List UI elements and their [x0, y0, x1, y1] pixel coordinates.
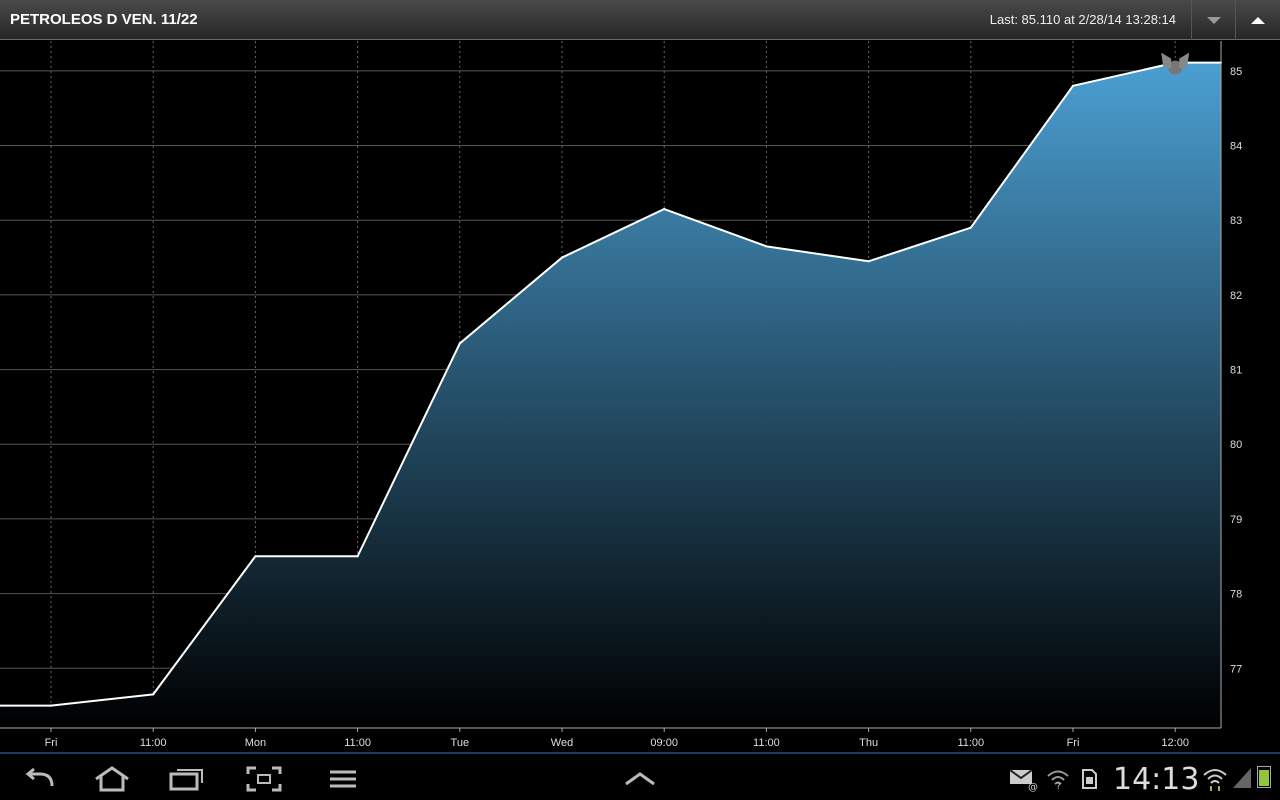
chevron-up-icon	[1250, 16, 1265, 24]
y-tick-label: 77	[1230, 663, 1242, 675]
price-chart[interactable]: 77 78 79 80 81 82 83 84 85 Fri 11:00 Mon 11:00 Tue Wed…	[0, 41, 1280, 752]
x-tick-label: Wed	[551, 737, 573, 749]
home-icon	[95, 766, 129, 792]
dropdown-button[interactable]	[1191, 0, 1235, 40]
price-point	[867, 260, 870, 263]
price-point	[765, 245, 768, 248]
y-tick-label: 84	[1230, 141, 1242, 153]
recent-apps-icon	[169, 769, 203, 791]
title-bar: PETROLEOS D VEN. 11/22 Last: 85.110 at 2…	[0, 0, 1280, 40]
price-point	[50, 704, 52, 707]
price-point	[458, 342, 461, 345]
expand-button[interactable]	[610, 762, 670, 796]
x-tick-label: 11:00	[140, 737, 167, 749]
price-point	[663, 208, 666, 211]
x-tick-label: Fri	[1067, 737, 1080, 749]
y-tick-label: 78	[1230, 589, 1242, 601]
sd-card-icon	[1082, 769, 1097, 789]
x-tick-label: 11:00	[957, 737, 984, 749]
screenshot-button[interactable]	[234, 762, 294, 796]
price-point	[561, 256, 563, 259]
status-clock: 14:13	[1113, 762, 1200, 797]
back-icon	[25, 767, 54, 787]
x-tick-label: 12:00	[1161, 737, 1189, 749]
y-tick-label: 81	[1230, 365, 1242, 377]
x-tick-label: Mon	[245, 737, 266, 749]
screenshot-icon	[246, 766, 282, 792]
x-tick-label: Tue	[451, 737, 470, 749]
wifi-icon	[1203, 769, 1227, 791]
menu-icon	[330, 770, 356, 788]
x-tick-label: 11:00	[753, 737, 780, 749]
y-tick-label: 85	[1230, 66, 1242, 78]
price-point	[356, 555, 359, 558]
collapse-button[interactable]	[1235, 0, 1279, 40]
x-tick-label: Fri	[45, 737, 58, 749]
last-quote-label: Last: 85.110 at 2/28/14 13:28:14	[989, 12, 1176, 27]
price-point	[1072, 84, 1074, 87]
chevron-up-icon	[625, 772, 655, 786]
y-tick-label: 80	[1230, 439, 1242, 451]
signal-icon	[1233, 768, 1251, 788]
x-tick-label: 11:00	[344, 737, 371, 749]
battery-icon	[1257, 766, 1271, 788]
y-tick-label: 83	[1230, 215, 1242, 227]
x-tick-label: Thu	[859, 737, 878, 749]
home-button[interactable]	[82, 762, 142, 796]
instrument-title: PETROLEOS D VEN. 11/22	[10, 11, 198, 28]
svg-text:?: ?	[1056, 782, 1061, 790]
system-nav-bar: @ ? 14:13	[0, 752, 1280, 800]
price-point	[969, 226, 972, 229]
price-point	[152, 693, 155, 696]
x-tick-label: 09:00	[650, 737, 678, 749]
menu-button[interactable]	[313, 762, 373, 796]
price-point	[254, 555, 257, 558]
email-notification-icon: @	[1009, 769, 1038, 792]
price-area	[0, 62, 1221, 728]
svg-text:@: @	[1028, 782, 1038, 792]
back-button[interactable]	[10, 762, 70, 796]
y-tick-label: 82	[1230, 290, 1242, 302]
y-tick-label: 79	[1230, 514, 1242, 526]
chevron-down-icon	[1206, 16, 1221, 24]
wifi-alert-icon: ?	[1047, 770, 1069, 790]
recent-apps-button[interactable]	[157, 762, 217, 796]
